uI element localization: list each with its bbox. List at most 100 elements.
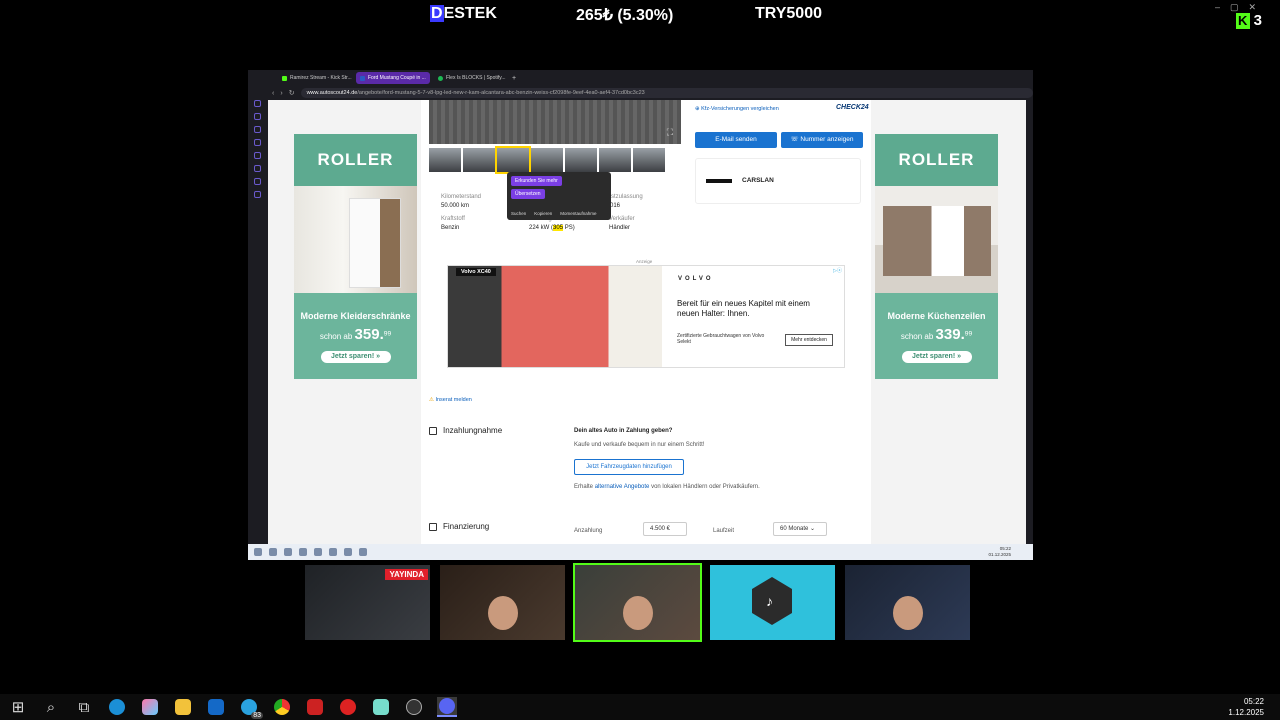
translate-button[interactable]: Übersetzen	[511, 189, 545, 199]
roller-ad-wardrobes[interactable]: ROLLER Moderne Kleiderschränke schon ab …	[294, 134, 417, 379]
kick-count: 3	[1253, 12, 1262, 29]
thumbnail[interactable]	[599, 148, 631, 172]
thumbnail[interactable]	[565, 148, 597, 172]
term-label: Laufzeit	[713, 528, 735, 534]
voice-app-icon[interactable]	[305, 697, 325, 717]
page-viewport: ROLLER Moderne Kleiderschränke schon ab …	[268, 100, 1026, 544]
volvo-subline: Zertifizierte Gebrauchtwagen von Volvo S…	[677, 333, 765, 345]
car-main-photo[interactable]: ⛶	[429, 100, 681, 144]
tradein-subtitle: Kaufe und verkaufe bequem in nur einem S…	[574, 442, 705, 448]
browser-addressbar: ‹ › ↻ www.autoscout24.de/angebote/ford-m…	[268, 86, 1033, 100]
sidebar-ai-icon[interactable]	[253, 152, 261, 159]
volvo-cta-button[interactable]: Mehr entdecken	[785, 334, 833, 346]
thumbnail[interactable]	[463, 148, 495, 172]
down-payment-input[interactable]: 4.500 €	[643, 522, 687, 536]
app-icon[interactable]	[314, 548, 322, 556]
tradein-question: Dein altes Auto in Zahlung geben?	[574, 428, 673, 434]
task-view-icon[interactable]: ⧉	[74, 697, 94, 717]
check24-logo: CHECK24	[836, 104, 869, 111]
search-icon[interactable]	[269, 548, 277, 556]
sidebar-clock-icon[interactable]	[253, 178, 261, 185]
volvo-headline: Bereit für ein neues Kapitel mit einem n…	[677, 299, 810, 318]
send-email-button[interactable]: E-Mail senden	[695, 132, 777, 148]
search-menu-item[interactable]: Suchen	[511, 211, 526, 216]
copy-menu-item[interactable]: Kopieren	[534, 211, 552, 216]
copilot-icon[interactable]	[140, 697, 160, 717]
search-icon[interactable]: ⌕	[41, 697, 61, 717]
selected-text[interactable]: 305	[553, 225, 564, 231]
roller-logo: ROLLER	[294, 134, 417, 186]
ad-title: Moderne Kleiderschränke	[300, 311, 411, 321]
opera-icon[interactable]	[359, 548, 367, 556]
thumbnail[interactable]	[429, 148, 461, 172]
game-app-icon[interactable]	[338, 697, 358, 717]
windows-start-icon[interactable]: ⊞	[8, 697, 28, 717]
tradein-icon	[429, 426, 437, 435]
report-listing-link[interactable]: ⚠ Inserat melden	[429, 397, 472, 403]
dealer-name: CARSLAN	[742, 177, 774, 184]
alternative-offers-link[interactable]: alternative Angebote	[595, 484, 650, 490]
explorer-icon[interactable]	[299, 548, 307, 556]
thumbnail[interactable]	[531, 148, 563, 172]
reload-icon[interactable]: ↻	[289, 89, 295, 97]
forward-icon[interactable]: ›	[280, 90, 282, 97]
ad-cta-button[interactable]: Jetzt sparen! »	[901, 351, 972, 363]
roller-ad-kitchens[interactable]: ROLLER Moderne Küchenzeilen schon ab 339…	[875, 134, 998, 379]
thumbnail-selected[interactable]	[495, 146, 531, 174]
windows-start-icon[interactable]	[254, 548, 262, 556]
overlay-donation-goal: TRY5000	[755, 5, 822, 22]
sidebar-bookmarks-icon[interactable]	[253, 113, 261, 120]
url-field[interactable]: www.autoscout24.de/angebote/ford-mustang…	[300, 88, 1033, 98]
sidebar-twitch-icon[interactable]	[253, 165, 261, 172]
sidebar-messenger-icon[interactable]	[253, 126, 261, 133]
obs-icon[interactable]	[404, 697, 424, 717]
participant-avatar	[893, 596, 923, 630]
ad-title: Moderne Küchenzeilen	[887, 311, 986, 321]
ad-label: Anzeige	[636, 259, 653, 264]
live-badge: YAYINDA	[385, 569, 428, 580]
tab-spotify[interactable]: Flex Is BLOCKS | Spotify...	[434, 72, 508, 84]
browser-sidebar	[248, 86, 266, 546]
chrome-icon[interactable]	[329, 548, 337, 556]
sidebar-home-icon[interactable]	[253, 100, 261, 107]
term-select[interactable]: 60 Monate ⌄	[773, 522, 827, 536]
notes-app-icon[interactable]	[371, 697, 391, 717]
file-explorer-icon[interactable]	[173, 697, 193, 717]
insurance-compare-link[interactable]: ⊕ Kfz-Versicherungen vergleichen	[695, 106, 779, 112]
ad-cta-button[interactable]: Jetzt sparen! »	[320, 351, 391, 363]
dealer-card[interactable]: CARSLAN	[695, 158, 861, 204]
new-tab-icon[interactable]: +	[512, 75, 516, 82]
telegram-icon[interactable]: 83	[239, 697, 263, 719]
selection-menu: Suchen Kopieren Momentaufnahme	[511, 211, 597, 216]
volvo-model-tag: Volvo XC40	[456, 268, 496, 276]
tradein-alternative: Erhalte alternative Angebote von lokalen…	[574, 484, 760, 490]
sidebar-history-icon[interactable]	[253, 139, 261, 146]
overlay-donation-amount: 265₺ (5.30%)	[576, 7, 674, 24]
back-icon[interactable]: ‹	[272, 90, 274, 97]
add-vehicle-data-button[interactable]: Jetzt Fahrzeugdaten hinzufügen	[574, 459, 684, 475]
task-view-icon[interactable]	[284, 548, 292, 556]
thumbnail[interactable]	[633, 148, 665, 172]
financing-icon	[429, 522, 437, 531]
edge-icon[interactable]	[107, 697, 127, 717]
tab-kick-stream[interactable]: Ramirez Stream - Kick Str...	[278, 72, 352, 84]
explore-more-button[interactable]: Erkunden Sie mehr	[511, 176, 562, 186]
snapshot-menu-item[interactable]: Momentaufnahme	[560, 211, 596, 216]
warning-icon: ⚠	[429, 397, 434, 403]
outlook-icon[interactable]	[206, 697, 226, 717]
show-number-button[interactable]: ☏ Nummer anzeigen	[781, 132, 863, 148]
sidebar-settings-icon[interactable]	[253, 191, 261, 198]
chrome-icon[interactable]	[272, 697, 292, 717]
autoscout-favicon-icon	[360, 75, 365, 81]
spec-seller: Verkäufer Händler	[609, 216, 635, 231]
whatsapp-icon[interactable]	[344, 548, 352, 556]
captured-clock: 05:22 01.12.2025	[988, 546, 1011, 557]
tab-ford-mustang[interactable]: Ford Mustang Coupé in ...	[356, 72, 430, 84]
discord-icon[interactable]	[437, 697, 457, 717]
system-clock[interactable]: 05:22 1.12.2025	[1228, 696, 1264, 718]
volvo-ad[interactable]: Volvo XC40 VOLVO Bereit für ein neues Ka…	[447, 265, 845, 368]
fullscreen-icon[interactable]: ⛶	[667, 127, 673, 138]
ad-price: schon ab 339.99	[900, 326, 973, 343]
windows-taskbar: ⊞ ⌕ ⧉ 83	[0, 694, 1280, 720]
adchoices-icon[interactable]: ▷ⓧ	[833, 267, 842, 274]
